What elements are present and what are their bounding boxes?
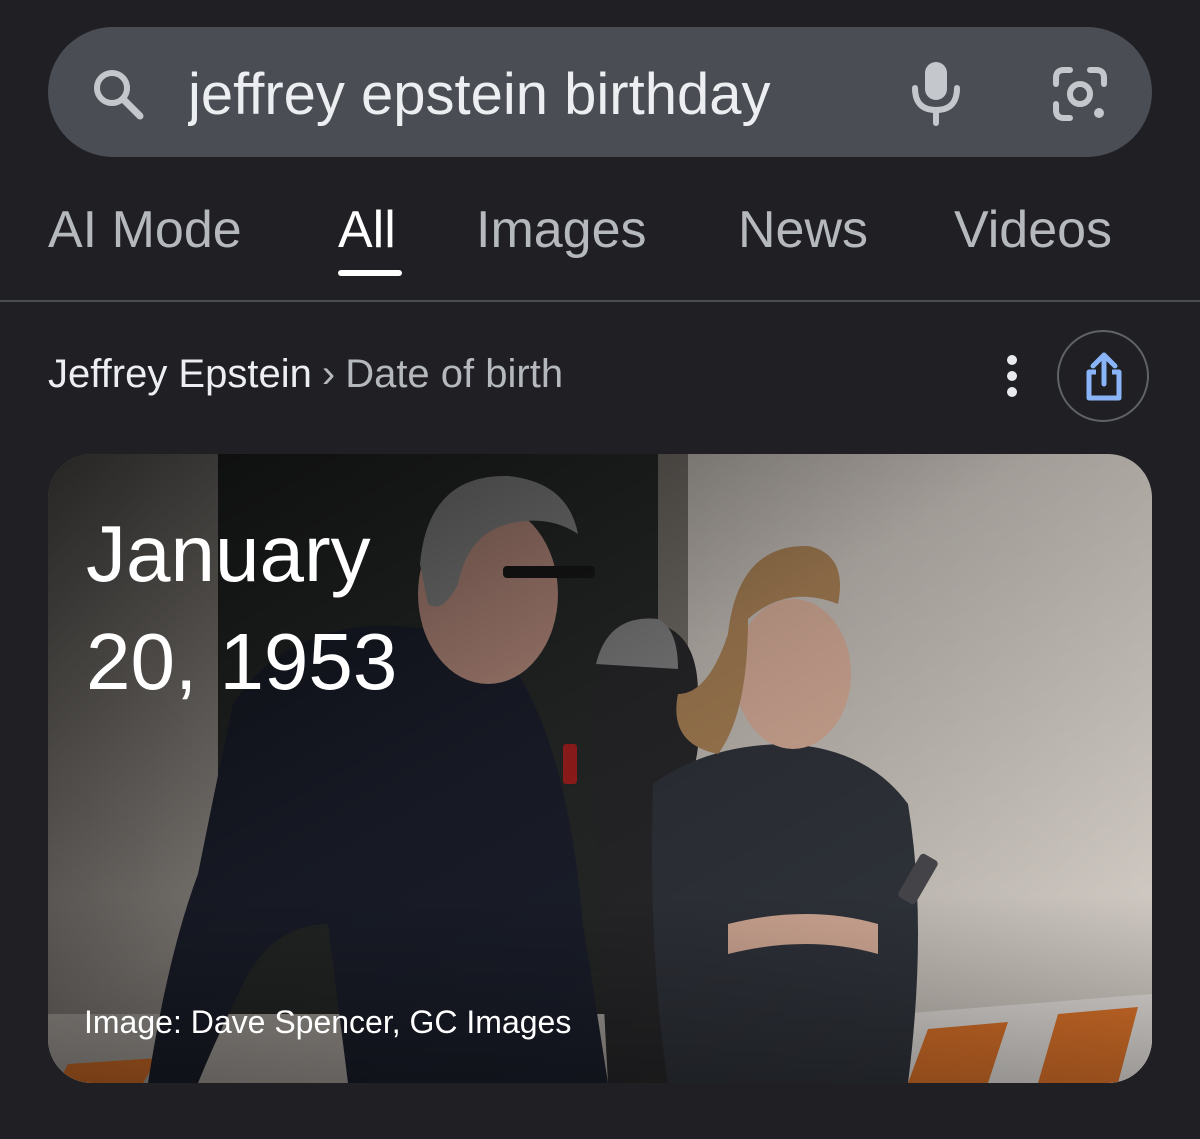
date-of-birth-card[interactable]: January 20, 1953 Image: Dave Spencer, GC…	[48, 454, 1152, 1083]
tab-all[interactable]: All	[338, 198, 396, 262]
tabs-divider	[0, 300, 1200, 302]
search-input[interactable]: jeffrey epstein birthday	[188, 54, 878, 136]
more-vert-icon[interactable]	[996, 352, 1028, 400]
tab-news[interactable]: News	[738, 198, 868, 262]
birth-date-day-year: 20, 1953	[86, 617, 398, 706]
search-icon[interactable]	[88, 64, 148, 124]
active-tab-indicator	[338, 270, 402, 276]
mic-icon[interactable]	[906, 60, 966, 126]
birth-date-month: January	[86, 509, 371, 598]
search-tabs: AI Mode All Images News Videos	[0, 190, 1200, 302]
tab-ai-mode[interactable]: AI Mode	[48, 198, 242, 262]
breadcrumb-attribute: Date of birth	[345, 352, 564, 396]
breadcrumb-entity[interactable]: Jeffrey Epstein	[48, 352, 312, 396]
share-button[interactable]	[1057, 330, 1149, 422]
breadcrumb: Jeffrey Epstein › Date of birth	[48, 350, 563, 398]
image-credit: Image: Dave Spencer, GC Images	[84, 1004, 572, 1040]
share-icon	[1086, 352, 1122, 401]
google-lens-icon[interactable]	[1046, 60, 1114, 128]
breadcrumb-separator: ›	[321, 352, 336, 396]
tab-images[interactable]: Images	[476, 198, 647, 262]
tab-videos[interactable]: Videos	[954, 198, 1112, 262]
